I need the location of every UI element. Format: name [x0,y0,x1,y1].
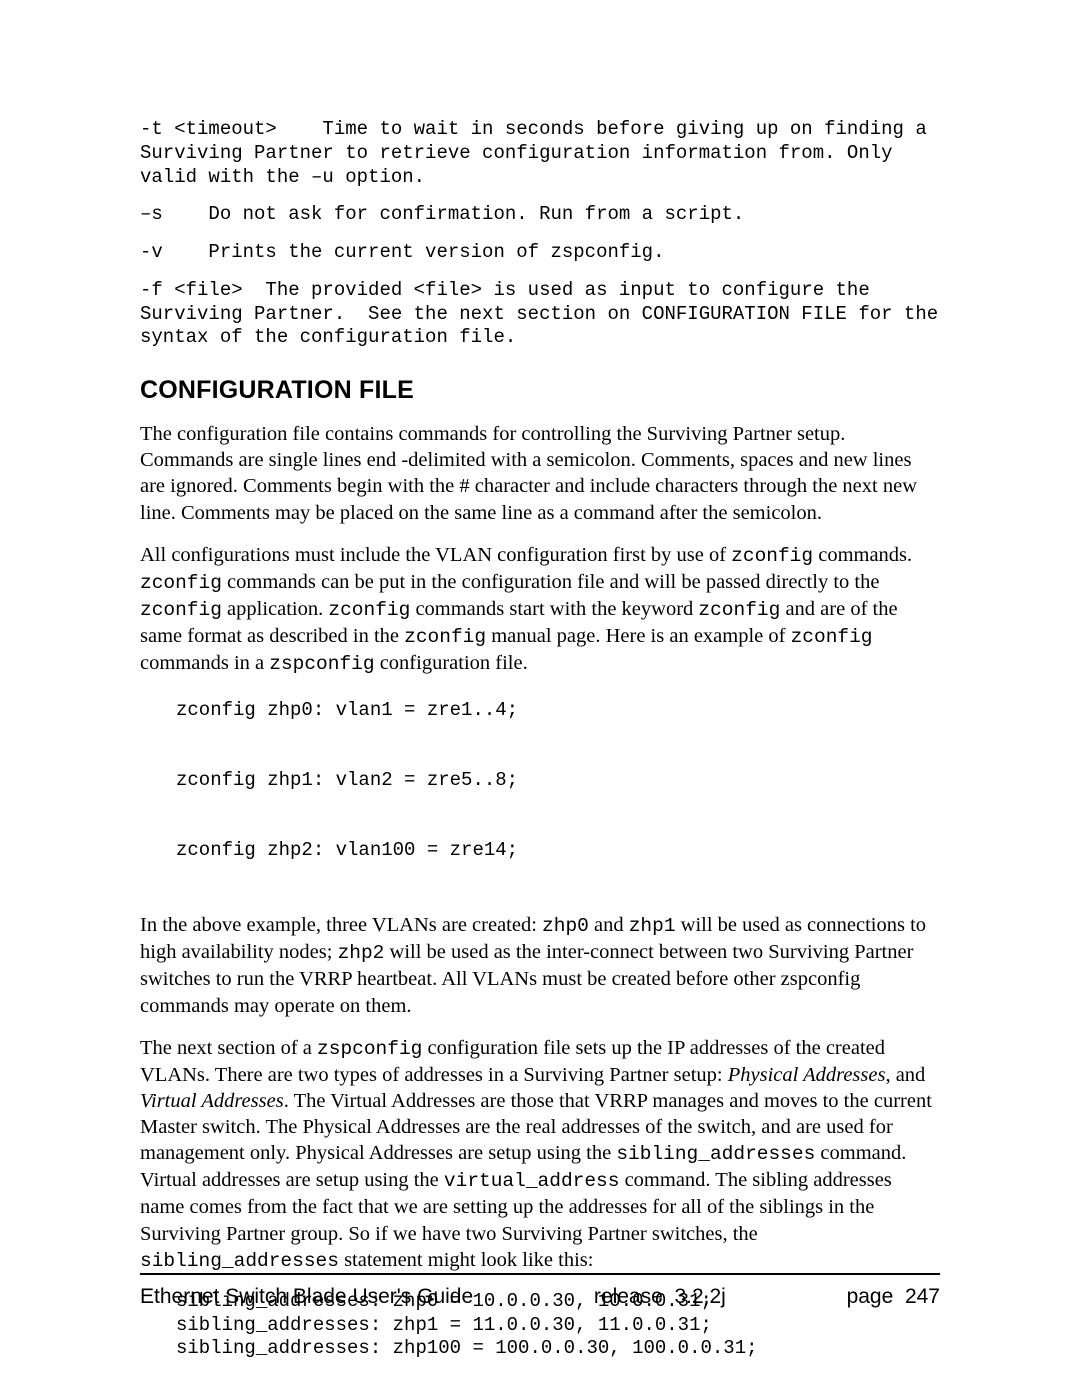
code-zconfig: zconfig [140,599,222,621]
footer-page: page 247 [847,1285,940,1309]
text: commands in a [140,652,269,674]
footer-release: release 3.2.2j [594,1285,726,1309]
text: and [589,914,629,936]
code-zconfig: zconfig [698,599,780,621]
em-virtual-addresses: Virtual Addresses [140,1090,284,1112]
text: configuration file. [375,652,528,674]
code-sibling-addresses: sibling_addresses [616,1143,815,1165]
option-f: -f <file> The provided <file> is used as… [140,279,940,350]
text: The next section of a [140,1037,317,1059]
code-zconfig: zconfig [731,545,813,567]
text: application. [222,598,328,620]
text: commands can be put in the configuration… [222,571,880,593]
text: , and [885,1064,925,1086]
footer-rule [140,1273,940,1275]
code-zconfig: zconfig [140,572,222,594]
option-t: -t <timeout> Time to wait in seconds bef… [140,118,940,189]
code-sibling-addresses: sibling_addresses [140,1250,339,1272]
code-zhp0: zhp0 [542,915,589,937]
option-s: –s Do not ask for confirmation. Run from… [140,203,940,227]
paragraph-3: In the above example, three VLANs are cr… [140,912,940,1018]
text: In the above example, three VLANs are cr… [140,914,542,936]
footer-title: Ethernet Switch Blade User's Guide [140,1285,473,1309]
paragraph-1: The configuration file contains commands… [140,421,940,526]
option-v: -v Prints the current version of zspconf… [140,241,940,265]
code-zconfig: zconfig [328,599,410,621]
code-zconfig: zconfig [791,626,873,648]
paragraph-2: All configurations must include the VLAN… [140,542,940,677]
text: manual page. Here is an example of [486,625,791,647]
em-physical-addresses: Physical Addresses [728,1064,886,1086]
text: All configurations must include the VLAN… [140,544,731,566]
text: commands. [813,544,912,566]
page: -t <timeout> Time to wait in seconds bef… [0,0,1080,1397]
code-zspconfig: zspconfig [317,1038,422,1060]
paragraph-4: The next section of a zspconfig configur… [140,1035,940,1274]
text: statement might look like this: [339,1249,594,1271]
spacer [140,884,940,912]
code-zhp1: zhp1 [629,915,676,937]
code-zconfig: zconfig [404,626,486,648]
code-zhp2: zhp2 [338,942,385,964]
code-block-zconfig: zconfig zhp0: vlan1 = zre1..4; zconfig z… [176,693,940,869]
page-footer: Ethernet Switch Blade User's Guide relea… [140,1285,940,1309]
section-heading: CONFIGURATION FILE [140,376,940,405]
text: commands start with the keyword [410,598,698,620]
code-virtual-address: virtual_address [444,1170,620,1192]
code-zspconfig: zspconfig [269,653,374,675]
